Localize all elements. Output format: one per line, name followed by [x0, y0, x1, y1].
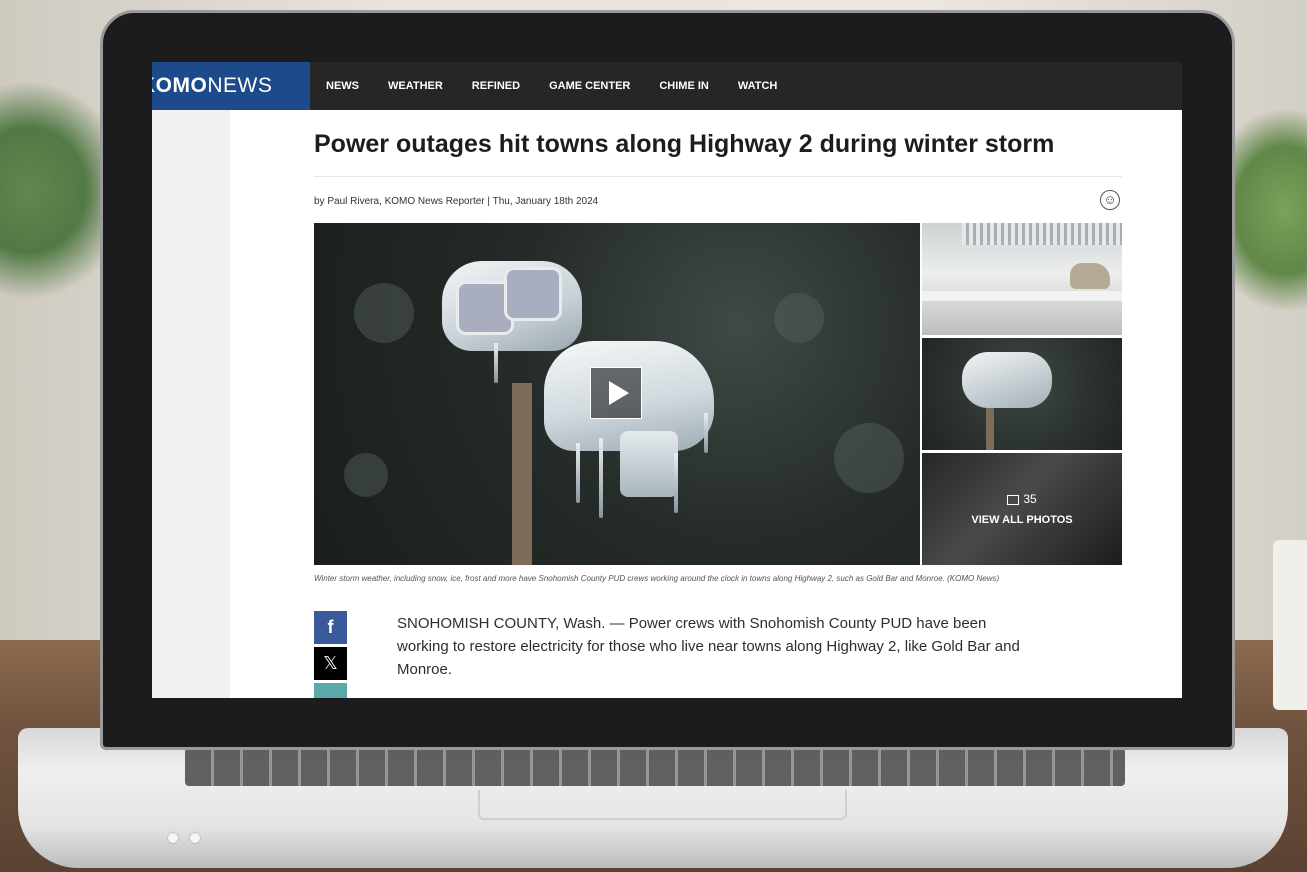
nav-item-news[interactable]: NEWS	[326, 80, 359, 92]
browser-viewport: KOMONEWS NEWS WEATHER REFINED GAME CENTE…	[152, 62, 1182, 698]
bokeh	[834, 423, 904, 493]
icicle	[599, 438, 603, 518]
status-led	[168, 833, 178, 843]
email-share-button[interactable]	[314, 683, 347, 698]
left-rail	[152, 110, 230, 698]
view-all-photos[interactable]: 35 VIEW ALL PHOTOS	[922, 453, 1122, 565]
icicle	[494, 343, 498, 383]
light-panel	[504, 267, 562, 321]
site-logo[interactable]: KOMONEWS	[152, 62, 310, 110]
nav-item-game-center[interactable]: GAME CENTER	[549, 80, 630, 92]
cup	[1273, 540, 1307, 710]
gallery-thumb-2[interactable]	[922, 338, 1122, 450]
hero-video[interactable]	[314, 223, 920, 565]
nav-item-watch[interactable]: WATCH	[738, 80, 778, 92]
status-led	[190, 833, 200, 843]
icicle	[704, 413, 708, 453]
facebook-icon: f	[327, 617, 334, 637]
laptop-trackpad	[478, 790, 847, 820]
nav-links: NEWS WEATHER REFINED GAME CENTER CHIME I…	[326, 62, 777, 110]
image-icon	[1007, 494, 1020, 505]
icicle	[576, 443, 580, 503]
iced-light-fixture	[962, 352, 1052, 408]
overlay	[922, 453, 1122, 565]
facebook-share-button[interactable]: f	[314, 611, 347, 644]
iced-box	[620, 431, 678, 497]
bokeh	[354, 283, 414, 343]
nav-item-weather[interactable]: WEATHER	[388, 80, 443, 92]
accessibility-icon[interactable]: ☺	[1100, 190, 1120, 210]
play-icon	[609, 381, 629, 405]
nav-item-refined[interactable]: REFINED	[472, 80, 520, 92]
top-navigation: KOMONEWS NEWS WEATHER REFINED GAME CENTE…	[152, 62, 1182, 110]
horse	[1070, 263, 1110, 289]
divider	[314, 176, 1122, 177]
icicles	[962, 223, 1122, 245]
gallery-thumb-1[interactable]	[922, 223, 1122, 335]
laptop-keyboard	[185, 748, 1125, 786]
photo-count-value: 35	[1023, 492, 1037, 506]
article-body-paragraph: SNOHOMISH COUNTY, Wash. — Power crews wi…	[397, 615, 1020, 678]
logo-bold: OMO	[155, 74, 208, 97]
image-caption: Winter storm weather, including snow, ic…	[314, 574, 1000, 583]
bokeh	[774, 293, 824, 343]
play-button[interactable]	[590, 367, 642, 419]
x-share-button[interactable]: 𝕏	[314, 647, 347, 680]
article-byline: by Paul Rivera, KOMO News Reporter | Thu…	[314, 196, 599, 207]
article-headline: Power outages hit towns along Highway 2 …	[314, 130, 1055, 158]
fence-rail	[922, 291, 1122, 301]
bokeh	[344, 453, 388, 497]
x-icon: 𝕏	[323, 653, 338, 674]
iced-light-fixture	[442, 261, 582, 351]
pole	[512, 383, 532, 565]
nav-item-chime-in[interactable]: CHIME IN	[659, 80, 709, 92]
icicle	[674, 453, 678, 513]
photo-count: 35	[922, 492, 1122, 506]
logo-thin: NEWS	[207, 74, 273, 97]
view-all-photos-label: VIEW ALL PHOTOS	[971, 514, 1073, 526]
